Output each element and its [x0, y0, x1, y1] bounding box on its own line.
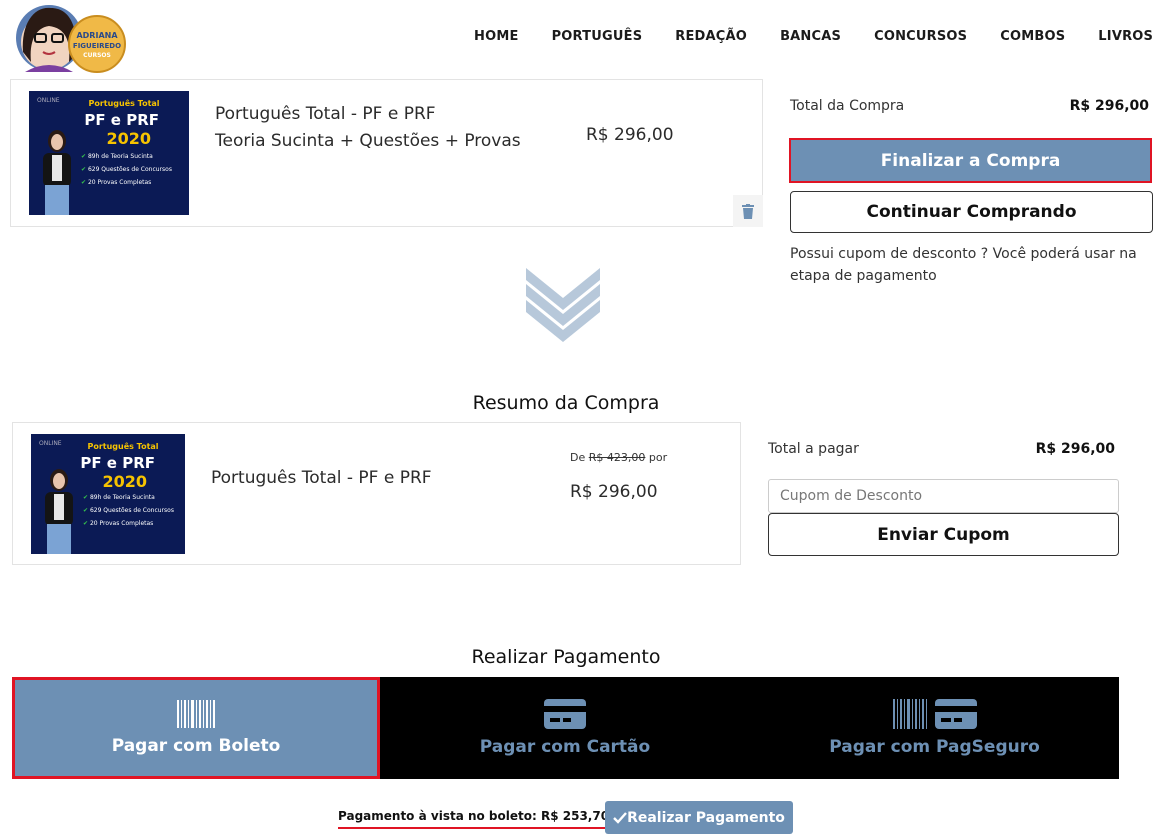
total-to-pay-label: Total a pagar	[768, 441, 859, 457]
tab-cartao[interactable]: Pagar com Cartão	[380, 677, 750, 779]
credit-card-icon	[544, 699, 586, 729]
thumb-line1: Português Total	[88, 99, 160, 108]
nav-livros[interactable]: LIVROS	[1098, 29, 1153, 44]
total-to-pay-value: R$ 296,00	[1035, 441, 1115, 457]
nav-bancas[interactable]: BANCAS	[780, 29, 841, 44]
thumb-line3: 2020	[106, 129, 151, 148]
boleto-note: Pagamento à vista no boleto: R$ 253,70	[338, 809, 610, 829]
thumb-bullet: 89h de Teoria Sucinta	[83, 494, 155, 501]
barcode-icon	[177, 700, 215, 728]
total-purchase-label: Total da Compra	[790, 98, 905, 114]
thumb-line3: 2020	[102, 472, 147, 491]
tab-pagseguro-label: Pagar com PagSeguro	[829, 737, 1040, 757]
barcode-card-icon	[892, 699, 977, 729]
thumb-bullet: 20 Provas Completas	[83, 520, 153, 527]
thumb-bullet: 89h de Teoria Sucinta	[81, 153, 153, 160]
logo-text-3: CURSOS	[83, 52, 111, 59]
continue-shopping-button[interactable]: Continuar Comprando	[790, 191, 1153, 233]
coupon-note: Possui cupom de desconto ? Você poderá u…	[790, 246, 1137, 284]
nav-portugues[interactable]: PORTUGUÊS	[552, 29, 643, 44]
pay-button-label: Realizar Pagamento	[627, 809, 785, 826]
payment-heading: Realizar Pagamento	[471, 646, 661, 668]
thumb-bullet: 629 Questões de Concursos	[81, 166, 172, 173]
summary-item-price: R$ 296,00	[570, 482, 658, 502]
cart-item-title-line2: Teoria Sucinta + Questões + Provas	[215, 131, 521, 151]
finalize-purchase-button[interactable]: Finalizar a Compra	[789, 138, 1152, 183]
nav-combos[interactable]: COMBOS	[1000, 29, 1065, 44]
nav-redacao[interactable]: REDAÇÃO	[675, 29, 747, 44]
pay-button[interactable]: Realizar Pagamento	[605, 801, 793, 834]
site-logo[interactable]: ADRIANA FIGUEIREDO CURSOS	[15, 2, 127, 74]
delete-item-button[interactable]	[733, 195, 763, 227]
coupon-input[interactable]	[768, 479, 1119, 513]
chevron-down-icon	[526, 268, 600, 342]
send-coupon-button[interactable]: Enviar Cupom	[768, 513, 1119, 556]
cart-item-thumbnail[interactable]: ONLINE Português Total PF e PRF 2020 89h…	[29, 91, 189, 215]
payment-tabs: Pagar com Boleto Pagar com Cartão Pagar …	[12, 677, 1119, 779]
summary-heading: Resumo da Compra	[472, 392, 660, 414]
thumb-line2: PF e PRF	[84, 111, 159, 129]
old-price-line: De R$ 423,00 por	[570, 451, 667, 464]
thumb-bullet: 629 Questões de Concursos	[83, 507, 174, 514]
trash-icon	[742, 203, 754, 219]
old-price: R$ 423,00	[588, 451, 646, 464]
tab-boleto-label: Pagar com Boleto	[111, 736, 281, 756]
tab-boleto[interactable]: Pagar com Boleto	[12, 677, 380, 779]
total-purchase-value: R$ 296,00	[1069, 98, 1149, 114]
summary-item-title: Português Total - PF e PRF	[211, 468, 432, 488]
old-price-suffix: por	[648, 451, 668, 464]
logo-text-2: FIGUEIREDO	[73, 42, 121, 50]
cart-item-title-line1: Português Total - PF e PRF	[215, 104, 436, 124]
check-icon	[613, 811, 627, 824]
cart-item-card: ONLINE Português Total PF e PRF 2020 89h…	[10, 79, 763, 227]
thumb-line1: Português Total	[87, 442, 159, 451]
thumb-line2: PF e PRF	[80, 454, 155, 472]
tab-cartao-label: Pagar com Cartão	[479, 737, 651, 757]
nav-concursos[interactable]: CONCURSOS	[874, 29, 967, 44]
main-nav: HOME PORTUGUÊS REDAÇÃO BANCAS CONCURSOS …	[474, 29, 1156, 44]
logo-text-1: ADRIANA	[76, 31, 118, 40]
tab-pagseguro[interactable]: Pagar com PagSeguro	[750, 677, 1119, 779]
cart-item-price: R$ 296,00	[586, 125, 674, 145]
nav-home[interactable]: HOME	[474, 29, 519, 44]
summary-item-thumbnail[interactable]: ONLINE Português Total PF e PRF 2020 89h…	[31, 434, 185, 554]
thumb-bullet: 20 Provas Completas	[81, 179, 151, 186]
old-price-prefix: De	[570, 451, 586, 464]
logo-graphic: ADRIANA FIGUEIREDO CURSOS	[16, 5, 126, 73]
cart-item-title[interactable]: Português Total - PF e PRF Teoria Sucint…	[215, 101, 521, 155]
summary-item-card: ONLINE Português Total PF e PRF 2020 89h…	[12, 422, 741, 565]
